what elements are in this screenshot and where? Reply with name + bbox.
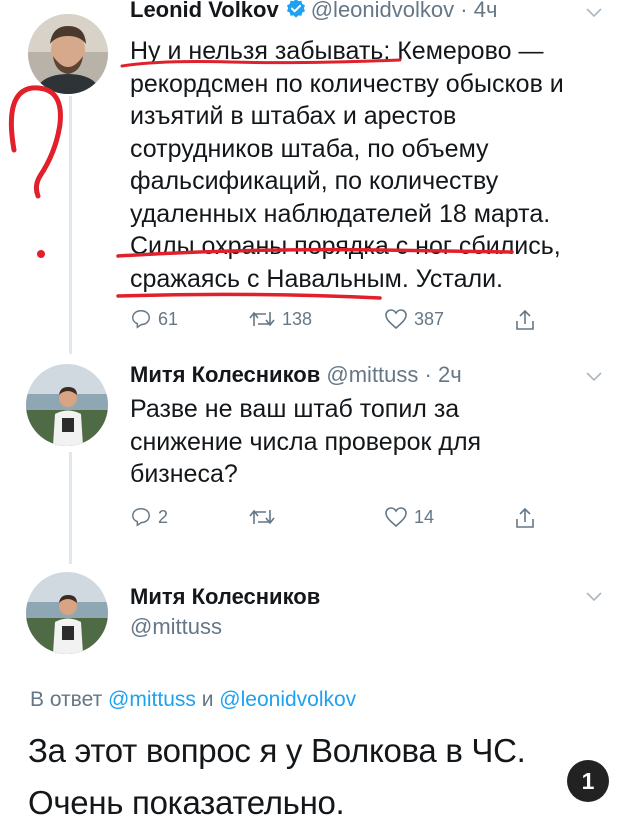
like-icon [384,308,408,330]
share-icon [514,308,536,332]
tweet-text: Разве не ваш штаб топил за снижение числ… [130,393,481,491]
verified-icon [285,0,307,26]
share-button[interactable] [514,308,536,332]
like-count: 387 [414,308,445,329]
author-handle[interactable]: @leonidvolkov [311,0,454,22]
chevron-down-icon[interactable] [585,370,603,388]
question-mark-dot [37,250,45,258]
separator: · [418,362,438,387]
author-name[interactable]: Митя Колесников [130,362,320,387]
tweet-actions: 2 14 [130,506,550,534]
reply-icon [130,506,152,528]
tweet-line: бизнеса? [130,460,238,488]
tweet-actions: 61 138 387 [130,308,550,336]
retweet-icon [248,506,276,528]
reply-button[interactable]: 61 [130,308,178,330]
tweet-time[interactable]: 2ч [438,362,462,387]
like-button[interactable]: 14 [384,506,434,528]
retweet-button[interactable]: 138 [248,308,312,330]
author-handle[interactable]: @mittuss [326,362,418,387]
tweet-text: Ну и нельзя забывать: Кемерово — рекордс… [130,35,564,295]
tweet-line: сотрудников штаба, по объему [130,134,489,163]
tweet-line: Ну и нельзя забывать: Кемерово — [130,37,544,65]
like-button[interactable]: 387 [384,308,444,330]
reply-conjunction: и [201,688,214,711]
avatar[interactable] [26,364,108,446]
tweet-header: Leonid Volkov @leonidvolkov · 4ч [130,0,497,26]
share-icon [514,506,536,530]
tweet-header: Митя Колесников [130,584,320,610]
tweet-time[interactable]: 4ч [474,0,498,22]
share-button[interactable] [514,506,536,530]
tweet-line: Силы охраны порядка с ног сбились, [130,232,561,260]
retweet-icon [248,308,276,330]
avatar[interactable] [28,14,108,94]
mention-link[interactable]: @mittuss [108,688,196,711]
tweet-line: изъятий в штабах и арестов [130,102,457,130]
like-count: 14 [414,506,435,527]
question-mark-stroke [8,85,63,199]
tweet-line: снижение числа проверок для [130,427,482,456]
chevron-down-icon[interactable] [585,590,603,608]
thread-line [69,96,72,354]
author-name[interactable]: Митя Колесников [130,584,320,609]
tweet-line: фальсификаций, по количеству [130,167,499,195]
reply-prefix: В ответ [30,688,103,711]
tweet-line: рекордсмен по количеству обысков и [130,69,564,98]
author-name[interactable]: Leonid Volkov [130,0,279,22]
tweet-line: Разве не ваш штаб топил за [130,395,460,423]
reply-button[interactable]: 2 [130,506,168,528]
reply-icon [130,308,152,330]
tweet-line: удаленных наблюдателей 18 марта. [130,199,551,228]
tweet-line: Очень показательно. [28,784,345,821]
notification-badge: 1 [567,760,609,802]
retweet-button[interactable] [248,506,282,528]
author-handle[interactable]: @mittuss [130,614,222,640]
reply-context: В ответ @mittuss и @leonidvolkov [30,688,356,712]
separator: · [454,0,474,22]
tweet-line: сражаясь с Навальным. Устали. [130,264,503,293]
chevron-down-icon[interactable] [585,6,603,24]
mention-link[interactable]: @leonidvolkov [219,688,356,711]
tweet-line: За этот вопрос я у Волкова в ЧС. [28,732,526,769]
reply-count: 2 [158,506,169,527]
avatar[interactable] [26,572,108,654]
retweet-count: 138 [282,308,313,329]
tweet-header: Митя Колесников @mittuss · 2ч [130,362,462,388]
like-icon [384,506,408,528]
reply-count: 61 [158,308,179,329]
thread-line [69,452,72,564]
